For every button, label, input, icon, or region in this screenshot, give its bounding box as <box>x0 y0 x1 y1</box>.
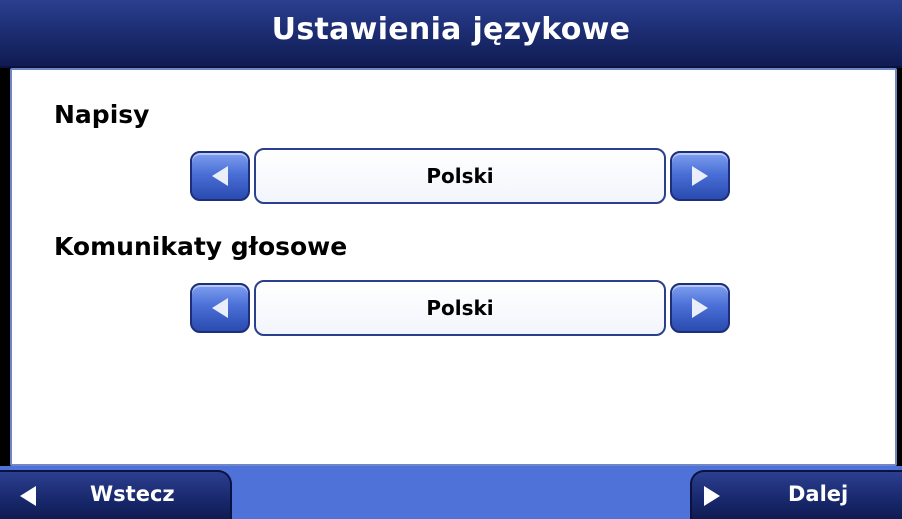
arrow-left-icon <box>212 298 228 318</box>
content-panel: Napisy Polski Komunikaty głosowe Polski <box>10 68 897 466</box>
next-button[interactable]: Dalej <box>690 470 902 519</box>
arrow-right-icon <box>692 298 708 318</box>
arrow-right-icon <box>692 166 708 186</box>
arrow-left-icon <box>20 485 36 506</box>
captions-label: Napisy <box>54 100 150 129</box>
back-button-label: Wstecz <box>90 482 175 506</box>
language-settings-screen: Ustawienia językowe Napisy Polski Komuni… <box>0 0 902 519</box>
voice-prev-button[interactable] <box>190 283 250 333</box>
captions-next-button[interactable] <box>670 151 730 201</box>
voice-language-value[interactable]: Polski <box>254 280 666 336</box>
voice-language-selector: Polski <box>190 280 730 336</box>
page-title: Ustawienia językowe <box>271 12 631 47</box>
captions-prev-button[interactable] <box>190 151 250 201</box>
voice-prompts-label: Komunikaty głosowe <box>54 232 348 261</box>
title-bar: Ustawienia językowe <box>0 0 902 68</box>
arrow-left-icon <box>212 166 228 186</box>
voice-next-button[interactable] <box>670 283 730 333</box>
captions-language-selector: Polski <box>190 148 730 204</box>
bottom-nav-bar: Wstecz Dalej <box>0 466 902 519</box>
arrow-right-icon <box>704 485 720 506</box>
captions-language-value[interactable]: Polski <box>254 148 666 204</box>
next-button-label: Dalej <box>788 482 849 506</box>
back-button[interactable]: Wstecz <box>0 470 232 519</box>
